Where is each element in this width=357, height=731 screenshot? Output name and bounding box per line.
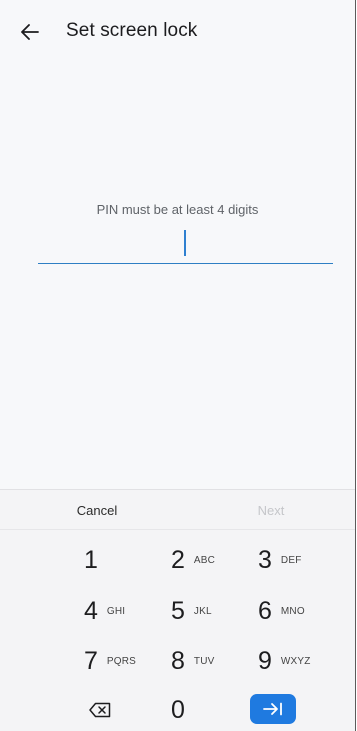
key-letters: GHI — [106, 605, 126, 617]
key-2[interactable]: 2 ABC — [171, 538, 261, 582]
tab-arrow-icon — [263, 702, 282, 716]
text-cursor — [184, 230, 186, 256]
page-title: Set screen lock — [66, 20, 198, 41]
key-digit: 5 — [171, 596, 185, 625]
cancel-button[interactable]: Cancel — [8, 490, 186, 530]
pin-input[interactable] — [38, 228, 333, 264]
key-digit: 6 — [258, 596, 272, 625]
key-digit: 7 — [84, 646, 98, 675]
key-9[interactable]: 9 WXYZ — [258, 639, 348, 683]
key-letters: DEF — [280, 554, 302, 566]
app-bar: Set screen lock — [0, 0, 355, 64]
key-digit: 3 — [258, 545, 272, 574]
key-4[interactable]: 4 GHI — [84, 589, 174, 633]
keypad-row-3: 7 PQRS 8 TUV 9 WXYZ — [0, 639, 355, 683]
keypad-row-2: 4 GHI 5 JKL 6 MNO — [0, 589, 355, 633]
back-button[interactable] — [16, 18, 44, 46]
key-letters: MNO — [280, 605, 305, 617]
set-screen-lock-screen: Set screen lock PIN must be at least 4 d… — [0, 0, 356, 731]
key-7[interactable]: 7 PQRS — [84, 639, 174, 683]
backspace-key[interactable] — [84, 688, 116, 731]
keyboard-action-bar: Cancel Next — [0, 490, 355, 530]
key-letters: ABC — [193, 554, 216, 566]
keypad-row-4: 0 — [0, 688, 355, 731]
next-button[interactable]: Next — [182, 490, 355, 530]
key-8[interactable]: 8 TUV — [171, 639, 261, 683]
key-3[interactable]: 3 DEF — [258, 538, 348, 582]
key-0[interactable]: 0 — [171, 688, 261, 731]
key-letters: PQRS — [106, 655, 137, 667]
key-letters: WXYZ — [280, 655, 311, 667]
enter-key[interactable] — [250, 694, 296, 724]
key-digit: 9 — [258, 646, 272, 675]
key-digit: 0 — [171, 695, 185, 724]
key-5[interactable]: 5 JKL — [171, 589, 261, 633]
key-digit: 2 — [171, 545, 185, 574]
key-letters: JKL — [193, 605, 212, 617]
key-digit: 4 — [84, 596, 98, 625]
numeric-keyboard: Cancel Next 1 2 ABC 3 DEF 4 GHI 5 JKL 6 … — [0, 489, 355, 731]
key-6[interactable]: 6 MNO — [258, 589, 348, 633]
key-digit: 1 — [84, 545, 98, 574]
key-digit: 8 — [171, 646, 185, 675]
arrow-left-icon — [21, 24, 39, 40]
key-1[interactable]: 1 — [84, 538, 174, 582]
keypad-row-1: 1 2 ABC 3 DEF — [0, 538, 355, 582]
backspace-icon — [89, 702, 111, 718]
key-letters: TUV — [193, 655, 215, 667]
pin-hint-text: PIN must be at least 4 digits — [96, 202, 259, 217]
